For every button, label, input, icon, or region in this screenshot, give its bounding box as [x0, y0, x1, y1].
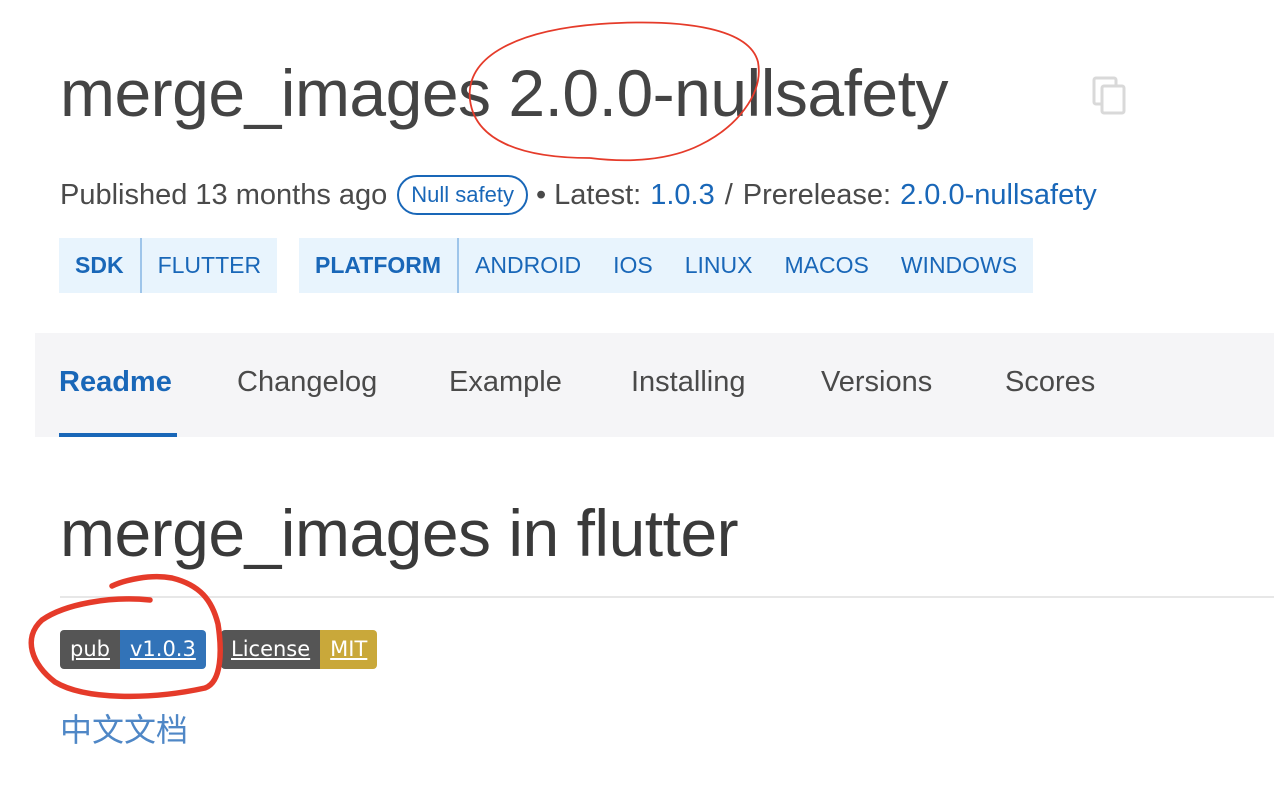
license-badge[interactable]: License MIT	[221, 630, 378, 669]
package-tabs: Readme Changelog Example Installing Vers…	[35, 333, 1274, 437]
active-tab-indicator	[59, 433, 177, 437]
sdk-tag-label: SDK	[59, 238, 142, 293]
prerelease-version-link[interactable]: 2.0.0-nullsafety	[900, 172, 1097, 218]
platform-tag-macos[interactable]: MACOS	[769, 238, 885, 293]
tab-installing[interactable]: Installing	[631, 333, 745, 437]
platform-tag-label: PLATFORM	[299, 238, 460, 293]
pub-badge-label: pub	[60, 630, 120, 669]
tab-versions[interactable]: Versions	[821, 333, 932, 437]
tab-scores[interactable]: Scores	[1005, 333, 1095, 437]
license-badge-label: License	[221, 630, 321, 669]
tab-readme[interactable]: Readme	[59, 333, 172, 437]
null-safety-badge[interactable]: Null safety	[397, 175, 529, 215]
chinese-doc-link[interactable]: 中文文档	[60, 706, 188, 754]
latest-version-link[interactable]: 1.0.3	[650, 172, 715, 218]
pub-version-badge[interactable]: pub v1.0.3	[60, 630, 206, 669]
divider	[60, 596, 1274, 598]
license-badge-value: MIT	[320, 630, 378, 669]
published-text: Published 13 months ago	[60, 179, 388, 211]
platform-tag-group: PLATFORM ANDROID IOS LINUX MACOS WINDOWS	[299, 238, 1034, 293]
tab-changelog[interactable]: Changelog	[237, 333, 377, 437]
platform-tag-android[interactable]: ANDROID	[459, 238, 597, 293]
meta-separator: •	[536, 179, 547, 211]
latest-label: Latest:	[554, 179, 642, 211]
platform-tag-ios[interactable]: IOS	[597, 238, 669, 293]
sdk-tag-group: SDK FLUTTER	[59, 238, 278, 293]
readme-title: merge_images in flutter	[60, 496, 739, 570]
tab-example[interactable]: Example	[449, 333, 562, 437]
package-title: merge_images 2.0.0-nullsafety	[60, 56, 948, 130]
package-meta: Published 13 months ago Null safety • La…	[60, 172, 1097, 218]
platform-tag-windows[interactable]: WINDOWS	[885, 238, 1033, 293]
meta-slash: /	[724, 179, 733, 211]
copy-icon[interactable]	[1092, 76, 1128, 116]
pub-badge-value: v1.0.3	[119, 630, 206, 669]
prerelease-label: Prerelease:	[742, 179, 892, 211]
sdk-tag-flutter[interactable]: FLUTTER	[142, 238, 278, 293]
platform-tag-linux[interactable]: LINUX	[669, 238, 769, 293]
